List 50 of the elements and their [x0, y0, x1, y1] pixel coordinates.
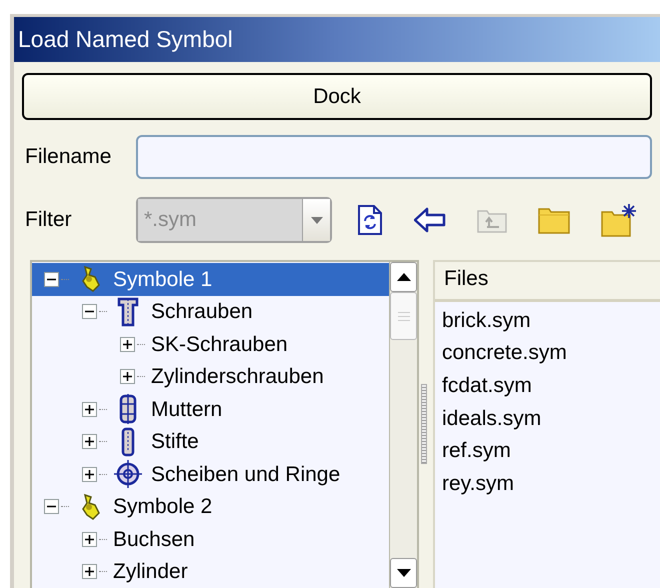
left-arrow-icon[interactable]	[414, 207, 446, 233]
expand-toggle[interactable]	[82, 564, 97, 580]
tree-item[interactable]: Schrauben	[147, 296, 257, 328]
tree-item[interactable]: Zylinderschrauben	[147, 361, 328, 392]
plus-icon	[85, 470, 94, 479]
plus-icon	[85, 534, 94, 544]
scroll-thumb[interactable]	[390, 292, 417, 340]
expand-toggle[interactable]	[82, 466, 97, 482]
expand-toggle[interactable]	[82, 434, 97, 450]
tree-item[interactable]: Scheiben und Ringe	[147, 458, 344, 490]
tree-item[interactable]: Muttern	[147, 394, 226, 425]
tree-item[interactable]: Zylinder	[109, 556, 192, 588]
tree-item[interactable]: Stifte	[147, 426, 203, 458]
up-arrow-icon	[396, 273, 410, 281]
expand-toggle[interactable]	[82, 532, 97, 547]
expand-toggle[interactable]	[120, 369, 135, 384]
filter-label: Filter	[24, 207, 73, 234]
target-icon	[113, 459, 143, 490]
plus-icon	[85, 437, 94, 446]
collapse-toggle[interactable]	[82, 304, 97, 320]
file-item[interactable]: concrete.sym	[442, 336, 567, 370]
scroll-down-button[interactable]	[390, 558, 417, 588]
tree-item[interactable]: SK-Schrauben	[147, 328, 292, 360]
collapse-toggle[interactable]	[44, 272, 59, 287]
tree-item[interactable]: Symbole 2	[109, 491, 216, 522]
filename-label: Filename	[24, 144, 112, 170]
expand-toggle[interactable]	[82, 402, 97, 417]
plus-icon	[123, 340, 132, 349]
document-arrows-icon[interactable]	[357, 205, 384, 235]
collapse-toggle[interactable]	[44, 499, 59, 514]
plus-icon	[123, 372, 132, 382]
new-folder-icon[interactable]	[600, 203, 637, 237]
file-item[interactable]: fcdat.sym	[442, 369, 532, 402]
scrollbar[interactable]	[389, 262, 417, 588]
expand-toggle[interactable]	[120, 336, 135, 352]
down-arrow-icon	[396, 569, 410, 577]
plus-icon	[85, 404, 94, 414]
file-item[interactable]: ideals.sym	[442, 402, 542, 435]
file-item[interactable]: ref.sym	[442, 434, 511, 468]
dock-button[interactable]: Dock	[22, 73, 652, 120]
window-title: Load Named Symbol	[14, 17, 660, 62]
splitter-handle[interactable]	[421, 384, 427, 464]
filter-value: *.sym	[138, 199, 302, 241]
scroll-up-button[interactable]	[390, 262, 417, 292]
plus-icon	[85, 567, 94, 576]
filename-field[interactable]	[136, 135, 652, 179]
folder-icon[interactable]	[538, 206, 570, 234]
file-item[interactable]: brick.sym	[442, 304, 531, 337]
tree-item[interactable]: Buchsen	[109, 524, 199, 555]
file-item[interactable]: rey.sym	[442, 467, 514, 500]
